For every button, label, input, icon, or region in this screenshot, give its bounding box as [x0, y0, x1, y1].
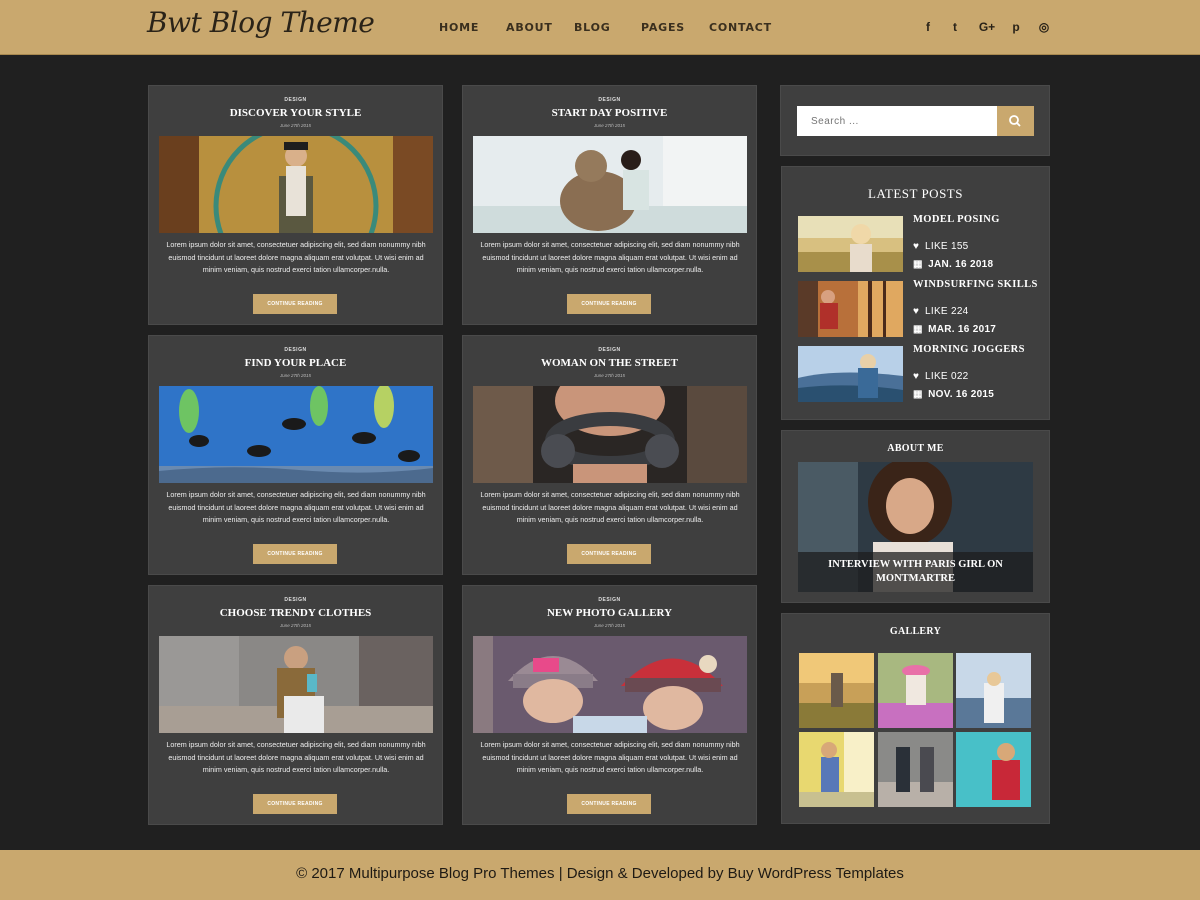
- post-card: DESIGN CHOOSE TRENDY CLOTHES June 27th 2…: [148, 585, 443, 825]
- post-excerpt: Lorem ipsum dolor sit amet, consectetuer…: [480, 740, 740, 774]
- post-category[interactable]: DESIGN: [149, 97, 442, 103]
- nav-contact[interactable]: CONTACT: [709, 21, 772, 34]
- post-category[interactable]: DESIGN: [463, 97, 756, 103]
- latest-post-likes: ♥ LIKE 224: [913, 306, 969, 317]
- nav-pages[interactable]: PAGES: [641, 21, 685, 34]
- calendar-icon: ▦: [913, 324, 923, 335]
- pinterest-icon[interactable]: p: [1008, 20, 1024, 34]
- widget-title: GALLERY: [889, 626, 942, 637]
- post-category[interactable]: DESIGN: [463, 347, 756, 353]
- post-date: June 27th 2015: [593, 123, 626, 128]
- about-caption[interactable]: INTERVIEW WITH PARIS GIRL ON MONTMARTRE: [808, 558, 1023, 586]
- gallery-image[interactable]: [878, 732, 953, 807]
- search-icon: [1009, 115, 1021, 127]
- post-category[interactable]: DESIGN: [463, 597, 756, 603]
- widget-title: LATEST POSTS: [868, 186, 963, 201]
- latest-post-date: ▦ NOV. 16 2015: [913, 389, 995, 400]
- latest-post-item: MORNING JOGGERS ♥ LIKE 022 ▦ NOV. 16 2015: [798, 344, 1038, 402]
- latest-posts-widget: LATEST POSTS MODEL POSING ♥ LIKE 155 ▦ JA…: [781, 166, 1050, 420]
- site-header: Bwt Blog Theme HOME ABOUT BLOG PAGES CON…: [0, 0, 1200, 55]
- heart-icon: ♥: [913, 371, 920, 382]
- post-image[interactable]: [159, 386, 433, 483]
- post-card: DESIGN START DAY POSITIVE June 27th 2015…: [462, 85, 757, 325]
- post-card: DESIGN DISCOVER YOUR STYLE June 27th 201…: [148, 85, 443, 325]
- latest-post-title[interactable]: WINDSURFING SKILLS: [913, 279, 1038, 290]
- continue-reading-button[interactable]: CONTINUE READING: [567, 544, 651, 564]
- post-card: DESIGN WOMAN ON THE STREET June 27th 201…: [462, 335, 757, 575]
- post-excerpt: Lorem ipsum dolor sit amet, consectetuer…: [166, 740, 426, 774]
- about-me-image[interactable]: INTERVIEW WITH PARIS GIRL ON MONTMARTRE: [798, 462, 1033, 592]
- post-excerpt: Lorem ipsum dolor sit amet, consectetuer…: [166, 490, 426, 524]
- post-date: June 27th 2015: [593, 373, 626, 378]
- post-image[interactable]: [473, 636, 747, 733]
- latest-post-likes: ♥ LIKE 155: [913, 241, 969, 252]
- continue-reading-button[interactable]: CONTINUE READING: [253, 294, 337, 314]
- post-title[interactable]: FIND YOUR PLACE: [149, 357, 442, 369]
- post-image[interactable]: [473, 386, 747, 483]
- heart-icon: ♥: [913, 306, 920, 317]
- latest-post-date: ▦ JAN. 16 2018: [913, 259, 994, 270]
- post-card: DESIGN NEW PHOTO GALLERY June 27th 2015 …: [462, 585, 757, 825]
- gallery-image[interactable]: [878, 653, 953, 728]
- search-widget: [780, 85, 1050, 156]
- nav-blog[interactable]: BLOG: [574, 21, 611, 34]
- continue-reading-button[interactable]: CONTINUE READING: [567, 794, 651, 814]
- site-logo[interactable]: Bwt Blog Theme: [147, 6, 375, 39]
- widget-title: ABOUT ME: [887, 443, 944, 454]
- nav-about[interactable]: ABOUT: [506, 21, 553, 34]
- post-excerpt: Lorem ipsum dolor sit amet, consectetuer…: [480, 240, 740, 274]
- calendar-icon: ▦: [913, 259, 923, 270]
- post-card: DESIGN FIND YOUR PLACE June 27th 2015 Lo…: [148, 335, 443, 575]
- footer-copyright: © 2017 Multipurpose Blog Pro Themes | De…: [296, 865, 904, 882]
- post-title[interactable]: CHOOSE TRENDY CLOTHES: [149, 607, 442, 619]
- continue-reading-button[interactable]: CONTINUE READING: [253, 794, 337, 814]
- google-plus-icon[interactable]: G+: [977, 20, 997, 34]
- post-image[interactable]: [159, 636, 433, 733]
- post-date: June 27th 2015: [279, 123, 312, 128]
- latest-post-item: MODEL POSING ♥ LIKE 155 ▦ JAN. 16 2018: [798, 214, 1038, 272]
- site-footer: © 2017 Multipurpose Blog Pro Themes | De…: [0, 850, 1200, 900]
- post-title[interactable]: WOMAN ON THE STREET: [463, 357, 756, 369]
- post-date: June 27th 2015: [279, 623, 312, 628]
- search-input[interactable]: [797, 106, 997, 136]
- twitter-icon[interactable]: t: [947, 20, 963, 34]
- search-button[interactable]: [997, 106, 1034, 136]
- post-title[interactable]: NEW PHOTO GALLERY: [463, 607, 756, 619]
- latest-post-likes: ♥ LIKE 022: [913, 371, 969, 382]
- post-excerpt: Lorem ipsum dolor sit amet, consectetuer…: [166, 240, 426, 274]
- heart-icon: ♥: [913, 241, 920, 252]
- post-date: June 27th 2015: [593, 623, 626, 628]
- latest-post-item: WINDSURFING SKILLS ♥ LIKE 224 ▦ MAR. 16 2…: [798, 279, 1038, 337]
- about-me-widget: ABOUT ME INTERVIEW WITH PARIS GIRL ON MO…: [781, 430, 1050, 603]
- gallery-image[interactable]: [956, 653, 1031, 728]
- nav-home[interactable]: HOME: [439, 21, 479, 34]
- gallery-image[interactable]: [799, 732, 874, 807]
- post-image[interactable]: [159, 136, 433, 233]
- latest-post-title[interactable]: MORNING JOGGERS: [913, 344, 1025, 355]
- latest-post-thumbnail[interactable]: [798, 281, 903, 337]
- facebook-icon[interactable]: f: [920, 20, 936, 34]
- calendar-icon: ▦: [913, 389, 923, 400]
- gallery-image[interactable]: [799, 653, 874, 728]
- post-image[interactable]: [473, 136, 747, 233]
- latest-post-thumbnail[interactable]: [798, 346, 903, 402]
- gallery-widget: GALLERY: [781, 613, 1050, 824]
- latest-post-thumbnail[interactable]: [798, 216, 903, 272]
- post-title[interactable]: DISCOVER YOUR STYLE: [149, 107, 442, 119]
- post-title[interactable]: START DAY POSITIVE: [463, 107, 756, 119]
- post-date: June 27th 2015: [279, 373, 312, 378]
- post-category[interactable]: DESIGN: [149, 597, 442, 603]
- continue-reading-button[interactable]: CONTINUE READING: [253, 544, 337, 564]
- latest-post-date: ▦ MAR. 16 2017: [913, 324, 997, 335]
- post-category[interactable]: DESIGN: [149, 347, 442, 353]
- post-excerpt: Lorem ipsum dolor sit amet, consectetuer…: [480, 490, 740, 524]
- continue-reading-button[interactable]: CONTINUE READING: [567, 294, 651, 314]
- latest-post-title[interactable]: MODEL POSING: [913, 214, 1000, 225]
- instagram-icon[interactable]: ◎: [1036, 20, 1052, 34]
- gallery-image[interactable]: [956, 732, 1031, 807]
